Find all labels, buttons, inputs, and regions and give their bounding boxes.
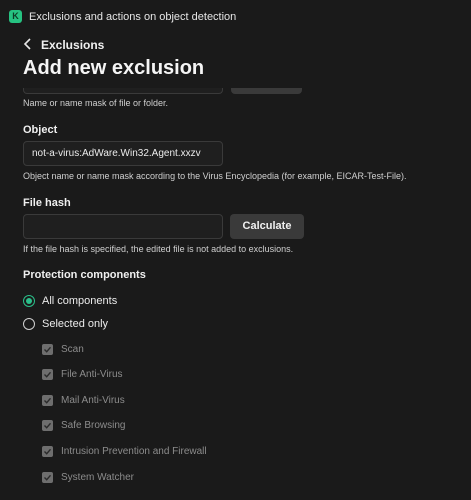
checkbox-checked-icon — [42, 419, 53, 431]
checkbox-mail-anti-virus[interactable]: Mail Anti-Virus — [42, 393, 125, 407]
back-label: Exclusions — [41, 38, 105, 52]
checkbox-checked-icon — [42, 471, 53, 483]
checkbox-system-watcher[interactable]: System Watcher — [42, 470, 134, 484]
calculate-button[interactable]: Calculate — [230, 214, 304, 239]
radio-unselected-icon — [23, 318, 35, 330]
checkbox-checked-icon — [42, 445, 53, 457]
title-bar: K Exclusions and actions on object detec… — [0, 0, 471, 34]
file-hash-label: File hash — [23, 197, 71, 209]
checkbox-scan[interactable]: Scan — [42, 342, 84, 356]
file-hash-hint: If the file hash is specified, the edite… — [23, 244, 294, 254]
radio-selected-icon — [23, 295, 35, 307]
checkbox-label: Mail Anti-Virus — [61, 394, 125, 406]
scrollbar[interactable] — [462, 34, 471, 500]
checkbox-label: Intrusion Prevention and Firewall — [61, 445, 207, 457]
object-label: Object — [23, 124, 58, 136]
checkbox-label: System Watcher — [61, 471, 134, 483]
object-input[interactable] — [23, 141, 223, 166]
back-button[interactable]: Exclusions — [23, 37, 104, 53]
window-title: Exclusions and actions on object detecti… — [29, 11, 237, 23]
file-hash-input[interactable] — [23, 214, 223, 239]
object-hint: Object name or name mask according to th… — [23, 171, 407, 181]
radio-selected-only[interactable]: Selected only — [23, 317, 108, 331]
checkbox-safe-browsing[interactable]: Safe Browsing — [42, 418, 125, 432]
checkbox-checked-icon — [42, 368, 53, 380]
browse-button[interactable] — [231, 88, 302, 94]
checkbox-label: Safe Browsing — [61, 419, 126, 431]
page-title: Add new exclusion — [23, 57, 205, 79]
radio-label: All components — [42, 295, 118, 307]
radio-label: Selected only — [42, 318, 109, 330]
kaspersky-logo-icon: K — [9, 10, 22, 23]
checkbox-file-anti-virus[interactable]: File Anti-Virus — [42, 367, 123, 381]
checkbox-label: Scan — [61, 343, 84, 355]
checkbox-intrusion-prevention[interactable]: Intrusion Prevention and Firewall — [42, 444, 207, 458]
file-or-folder-input[interactable] — [23, 88, 223, 94]
chevron-left-icon — [23, 38, 41, 52]
checkbox-checked-icon — [42, 343, 53, 355]
file-or-folder-hint: Name or name mask of file or folder. — [23, 98, 169, 108]
protection-components-label: Protection components — [23, 269, 146, 281]
radio-all-components[interactable]: All components — [23, 294, 117, 308]
checkbox-label: File Anti-Virus — [61, 368, 123, 380]
checkbox-checked-icon — [42, 394, 53, 406]
